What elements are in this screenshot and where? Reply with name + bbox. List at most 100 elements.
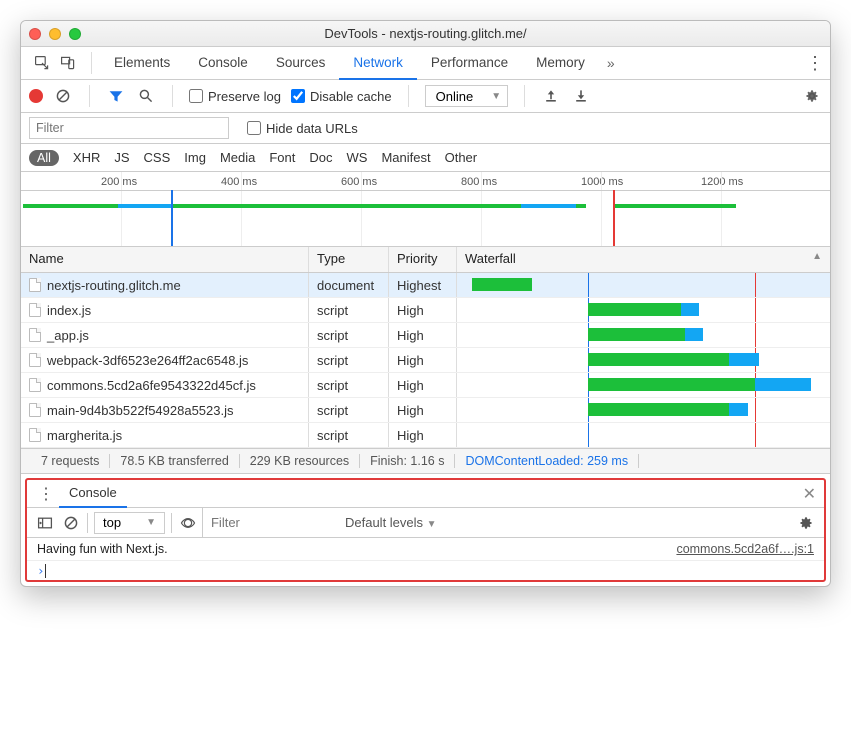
request-priority: High — [389, 373, 457, 397]
tab-console[interactable]: Console — [184, 47, 262, 80]
tab-performance[interactable]: Performance — [417, 47, 522, 80]
context-label: top — [103, 515, 121, 530]
clear-icon[interactable] — [53, 86, 73, 106]
request-type: script — [309, 398, 389, 422]
col-name[interactable]: Name — [21, 247, 309, 272]
file-icon — [29, 403, 41, 417]
type-img[interactable]: Img — [184, 150, 206, 165]
drawer-close-icon[interactable]: ✕ — [803, 484, 816, 504]
throttling-label: Online — [436, 89, 474, 104]
request-priority: High — [389, 298, 457, 322]
type-xhr[interactable]: XHR — [73, 150, 100, 165]
request-name: webpack-3df6523e264ff2ac6548.js — [47, 353, 248, 368]
type-js[interactable]: JS — [114, 150, 129, 165]
inspect-icon[interactable] — [33, 54, 51, 72]
log-message: Having fun with Next.js. — [37, 542, 168, 556]
hide-data-urls-checkbox[interactable]: Hide data URLs — [247, 121, 358, 136]
status-dcl: DOMContentLoaded: 259 ms — [455, 454, 639, 468]
type-ws[interactable]: WS — [347, 150, 368, 165]
request-type: document — [309, 273, 389, 297]
log-source-link[interactable]: commons.5cd2a6f….js:1 — [676, 542, 814, 556]
console-prompt[interactable]: › — [27, 560, 824, 580]
log-levels-dropdown[interactable]: Default levels ▼ — [345, 515, 437, 530]
type-filters: All XHR JS CSS Img Media Font Doc WS Man… — [21, 144, 830, 172]
drawer-menu-icon[interactable]: ⋮ — [35, 484, 55, 504]
panel-tabs: Elements Console Sources Network Perform… — [21, 47, 830, 80]
waterfall-cell — [457, 298, 830, 322]
console-gear-icon[interactable] — [796, 513, 816, 533]
status-finish: Finish: 1.16 s — [360, 454, 455, 468]
table-row[interactable]: commons.5cd2a6fe9543322d45cf.jsscriptHig… — [21, 373, 830, 398]
file-icon — [29, 428, 41, 442]
overview-tick: 800 ms — [461, 176, 497, 188]
drawer-tab-console[interactable]: Console — [59, 480, 127, 508]
request-name: commons.5cd2a6fe9543322d45cf.js — [47, 378, 256, 393]
search-icon[interactable] — [136, 86, 156, 106]
type-all[interactable]: All — [29, 150, 59, 166]
table-row[interactable]: nextjs-routing.glitch.medocumentHighest — [21, 273, 830, 298]
console-clear-icon[interactable] — [61, 513, 81, 533]
tab-sources[interactable]: Sources — [262, 47, 340, 80]
request-priority: High — [389, 423, 457, 447]
overview-chart[interactable]: 200 ms 400 ms 600 ms 800 ms 1000 ms 1200… — [21, 172, 830, 247]
type-font[interactable]: Font — [269, 150, 295, 165]
console-drawer-highlight: ⋮ Console ✕ top ▼ Default levels ▼ — [25, 478, 826, 582]
console-sidebar-icon[interactable] — [35, 513, 55, 533]
request-priority: High — [389, 323, 457, 347]
console-log-line: Having fun with Next.js. commons.5cd2a6f… — [27, 538, 824, 560]
request-type: script — [309, 348, 389, 372]
overview-tick: 600 ms — [341, 176, 377, 188]
type-doc[interactable]: Doc — [309, 150, 332, 165]
status-transferred: 78.5 KB transferred — [110, 454, 239, 468]
tab-elements[interactable]: Elements — [100, 47, 184, 80]
file-icon — [29, 303, 41, 317]
type-manifest[interactable]: Manifest — [381, 150, 430, 165]
download-har-icon[interactable] — [571, 86, 591, 106]
settings-menu-icon[interactable]: ⋮ — [804, 53, 824, 74]
request-name: index.js — [47, 303, 91, 318]
gear-icon[interactable] — [802, 86, 822, 106]
col-priority[interactable]: Priority — [389, 247, 457, 272]
preserve-log-checkbox[interactable]: Preserve log — [189, 89, 281, 104]
disable-cache-checkbox[interactable]: Disable cache — [291, 89, 392, 104]
request-type: script — [309, 323, 389, 347]
waterfall-cell — [457, 323, 830, 347]
file-icon — [29, 378, 41, 392]
drawer-toolbar: top ▼ Default levels ▼ — [27, 508, 824, 538]
request-type: script — [309, 423, 389, 447]
drawer-header: ⋮ Console ✕ — [27, 480, 824, 508]
file-icon — [29, 328, 41, 342]
devtools-window: DevTools - nextjs-routing.glitch.me/ Ele… — [20, 20, 831, 587]
upload-har-icon[interactable] — [541, 86, 561, 106]
col-type[interactable]: Type — [309, 247, 389, 272]
col-waterfall[interactable]: Waterfall▲ — [457, 247, 830, 272]
table-row[interactable]: _app.jsscriptHigh — [21, 323, 830, 348]
type-css[interactable]: CSS — [144, 150, 171, 165]
filter-input[interactable] — [29, 117, 229, 139]
throttling-dropdown[interactable]: Online ▼ — [425, 85, 508, 107]
table-row[interactable]: index.js scriptHigh — [21, 298, 830, 323]
waterfall-cell — [457, 373, 830, 397]
waterfall-cell — [457, 273, 830, 297]
network-toolbar: Preserve log Disable cache Online ▼ — [21, 80, 830, 113]
tab-memory[interactable]: Memory — [522, 47, 599, 80]
file-icon — [29, 278, 41, 292]
context-selector[interactable]: top ▼ — [94, 512, 165, 534]
record-button[interactable] — [29, 89, 43, 103]
preserve-log-label: Preserve log — [208, 89, 281, 104]
filter-icon[interactable] — [106, 86, 126, 106]
more-tabs-icon[interactable]: » — [599, 55, 623, 71]
type-other[interactable]: Other — [445, 150, 478, 165]
status-count: 7 requests — [31, 454, 110, 468]
table-row[interactable]: main-9d4b3b522f54928a5523.jsscriptHigh — [21, 398, 830, 423]
filter-bar: Hide data URLs — [21, 113, 830, 144]
console-filter-input[interactable] — [211, 515, 331, 530]
type-media[interactable]: Media — [220, 150, 255, 165]
hide-data-urls-label: Hide data URLs — [266, 121, 358, 136]
table-row[interactable]: margherita.jsscriptHigh — [21, 423, 830, 448]
request-type: script — [309, 298, 389, 322]
table-row[interactable]: webpack-3df6523e264ff2ac6548.jsscriptHig… — [21, 348, 830, 373]
tab-network[interactable]: Network — [339, 47, 417, 80]
device-toggle-icon[interactable] — [59, 54, 77, 72]
live-expression-icon[interactable] — [178, 513, 198, 533]
